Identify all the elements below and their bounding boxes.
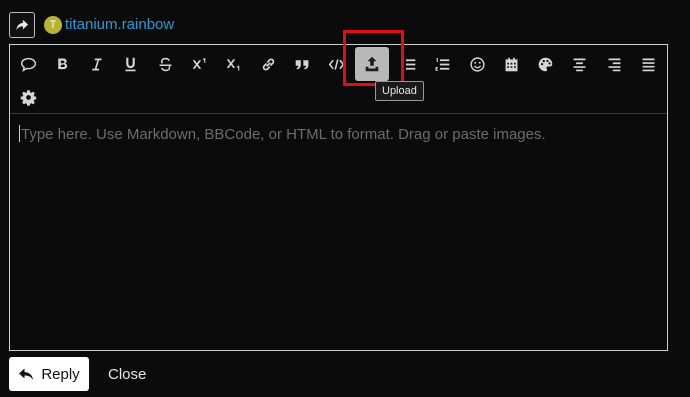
- align-right-icon: [608, 58, 620, 71]
- upload-button[interactable]: [355, 47, 389, 81]
- smiley-icon: [469, 56, 485, 72]
- reply-arrow-icon: [19, 368, 34, 380]
- quote-marks-icon: [295, 59, 308, 69]
- options-button[interactable]: [13, 82, 43, 112]
- gear-icon: [20, 89, 36, 106]
- strikethrough-button[interactable]: [150, 49, 180, 79]
- compose-textarea[interactable]: Type here. Use Markdown, BBCode, or HTML…: [19, 125, 546, 143]
- bold-button[interactable]: [47, 49, 77, 79]
- numbered-list-button[interactable]: [427, 49, 457, 79]
- composer-header: T titanium.rainbow: [9, 11, 174, 38]
- italic-icon: [91, 58, 102, 70]
- emoji-button[interactable]: [462, 49, 492, 79]
- close-button[interactable]: Close: [108, 366, 146, 383]
- code-icon: [328, 58, 344, 70]
- editor-toolbar: [10, 45, 667, 114]
- reply-button-label: Reply: [41, 365, 80, 383]
- palette-icon: [538, 57, 552, 71]
- align-right-button[interactable]: [599, 49, 629, 79]
- subscript-button[interactable]: [218, 49, 248, 79]
- bullet-list-button[interactable]: [393, 49, 423, 79]
- code-button[interactable]: [321, 49, 351, 79]
- quote-button[interactable]: [13, 49, 43, 79]
- text-caret: [19, 125, 20, 142]
- align-center-button[interactable]: [564, 49, 594, 79]
- underline-icon: [124, 57, 136, 71]
- superscript-icon: [192, 57, 205, 69]
- numbered-list-icon: [435, 57, 449, 71]
- avatar[interactable]: T: [44, 15, 62, 34]
- align-justify-icon: [642, 58, 654, 71]
- italic-button[interactable]: [81, 49, 111, 79]
- color-button[interactable]: [530, 49, 560, 79]
- speech-bubble-icon: [20, 57, 36, 72]
- reply-toggle-button[interactable]: [9, 11, 35, 38]
- bold-icon: [57, 58, 67, 69]
- align-center-icon: [573, 58, 585, 71]
- upload-tooltip: Upload: [375, 81, 424, 101]
- superscript-button[interactable]: [184, 49, 214, 79]
- composer-editor: Type here. Use Markdown, BBCode, or HTML…: [9, 44, 668, 351]
- bullet-list-icon: [400, 58, 415, 70]
- date-button[interactable]: [496, 49, 526, 79]
- align-justify-button[interactable]: [633, 49, 663, 79]
- textarea-placeholder: Type here. Use Markdown, BBCode, or HTML…: [21, 126, 546, 143]
- link-icon: [262, 58, 274, 70]
- blockquote-button[interactable]: [287, 49, 317, 79]
- calendar-icon: [505, 57, 517, 71]
- underline-button[interactable]: [115, 49, 145, 79]
- subscript-icon: [226, 58, 239, 70]
- strikethrough-icon: [159, 57, 171, 71]
- reply-button[interactable]: Reply: [9, 357, 89, 391]
- username-link[interactable]: titanium.rainbow: [65, 16, 174, 33]
- link-button[interactable]: [253, 49, 283, 79]
- share-arrow-icon: [16, 19, 29, 30]
- upload-icon: [365, 56, 379, 72]
